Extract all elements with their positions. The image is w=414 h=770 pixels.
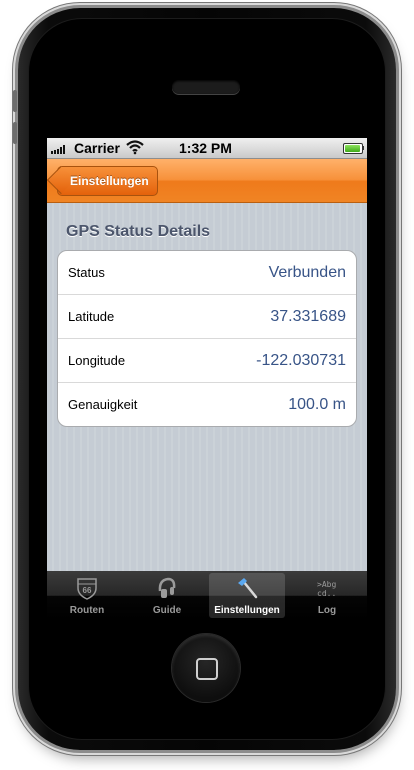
screen: Carrier 1:32 PM Einstellungen GPS Status… — [47, 138, 367, 620]
row-value-status: Verbunden — [268, 263, 346, 281]
back-button[interactable]: Einstellungen — [57, 166, 158, 196]
status-bar: Carrier 1:32 PM — [47, 138, 367, 159]
earpiece-speaker — [172, 80, 240, 94]
settings-content: GPS Status Details Status Verbunden Lati… — [47, 203, 367, 571]
clock-time: 1:32 PM — [179, 140, 232, 156]
table-row: Longitude -122.030731 — [58, 339, 356, 383]
tab-bar: 66 Routen Guide Einstellungen >Abg cd.. … — [47, 571, 367, 620]
home-square-icon — [196, 658, 218, 680]
row-value-accuracy: 100.0 m — [288, 395, 346, 413]
table-row: Latitude 37.331689 — [58, 295, 356, 339]
text-log-icon: >Abg cd.. — [317, 580, 337, 598]
headphones-icon — [158, 577, 176, 598]
battery-level-fill — [345, 145, 361, 152]
tab-label: Guide — [152, 605, 182, 616]
row-label-longitude: Longitude — [68, 353, 126, 368]
row-label-accuracy: Genauigkeit — [68, 397, 138, 412]
volume-up-button — [13, 90, 17, 112]
route-66-shield-icon: 66 — [77, 578, 97, 600]
home-button[interactable] — [172, 634, 240, 702]
section-header: GPS Status Details — [66, 223, 211, 240]
row-value-longitude: -122.030731 — [256, 351, 346, 369]
gps-details-group: Status Verbunden Latitude 37.331689 Long… — [57, 250, 357, 427]
tab-label: Routen — [69, 605, 105, 616]
tab-einstellungen[interactable]: Einstellungen — [209, 573, 285, 618]
battery-icon — [343, 143, 363, 154]
wifi-icon — [126, 140, 144, 155]
table-row: Status Verbunden — [58, 251, 356, 295]
carrier-name: Carrier — [74, 140, 120, 156]
row-label-latitude: Latitude — [68, 309, 115, 324]
volume-down-button — [13, 122, 17, 144]
battery-tip — [362, 146, 364, 150]
tab-guide[interactable]: Guide — [129, 573, 205, 618]
row-value-latitude: 37.331689 — [270, 307, 346, 325]
navigation-bar: Einstellungen — [47, 159, 367, 203]
back-button-label: Einstellungen — [70, 174, 149, 188]
hammer-icon — [238, 578, 258, 599]
table-row: Genauigkeit 100.0 m — [58, 383, 356, 426]
tab-label: Einstellungen — [214, 605, 280, 616]
row-label-status: Status — [68, 265, 105, 280]
tab-label: Log — [317, 605, 337, 616]
signal-strength-icon — [51, 145, 65, 154]
tab-log[interactable]: >Abg cd.. Log — [289, 573, 365, 618]
svg-text:66: 66 — [83, 586, 92, 595]
tab-routen[interactable]: 66 Routen — [49, 573, 125, 618]
